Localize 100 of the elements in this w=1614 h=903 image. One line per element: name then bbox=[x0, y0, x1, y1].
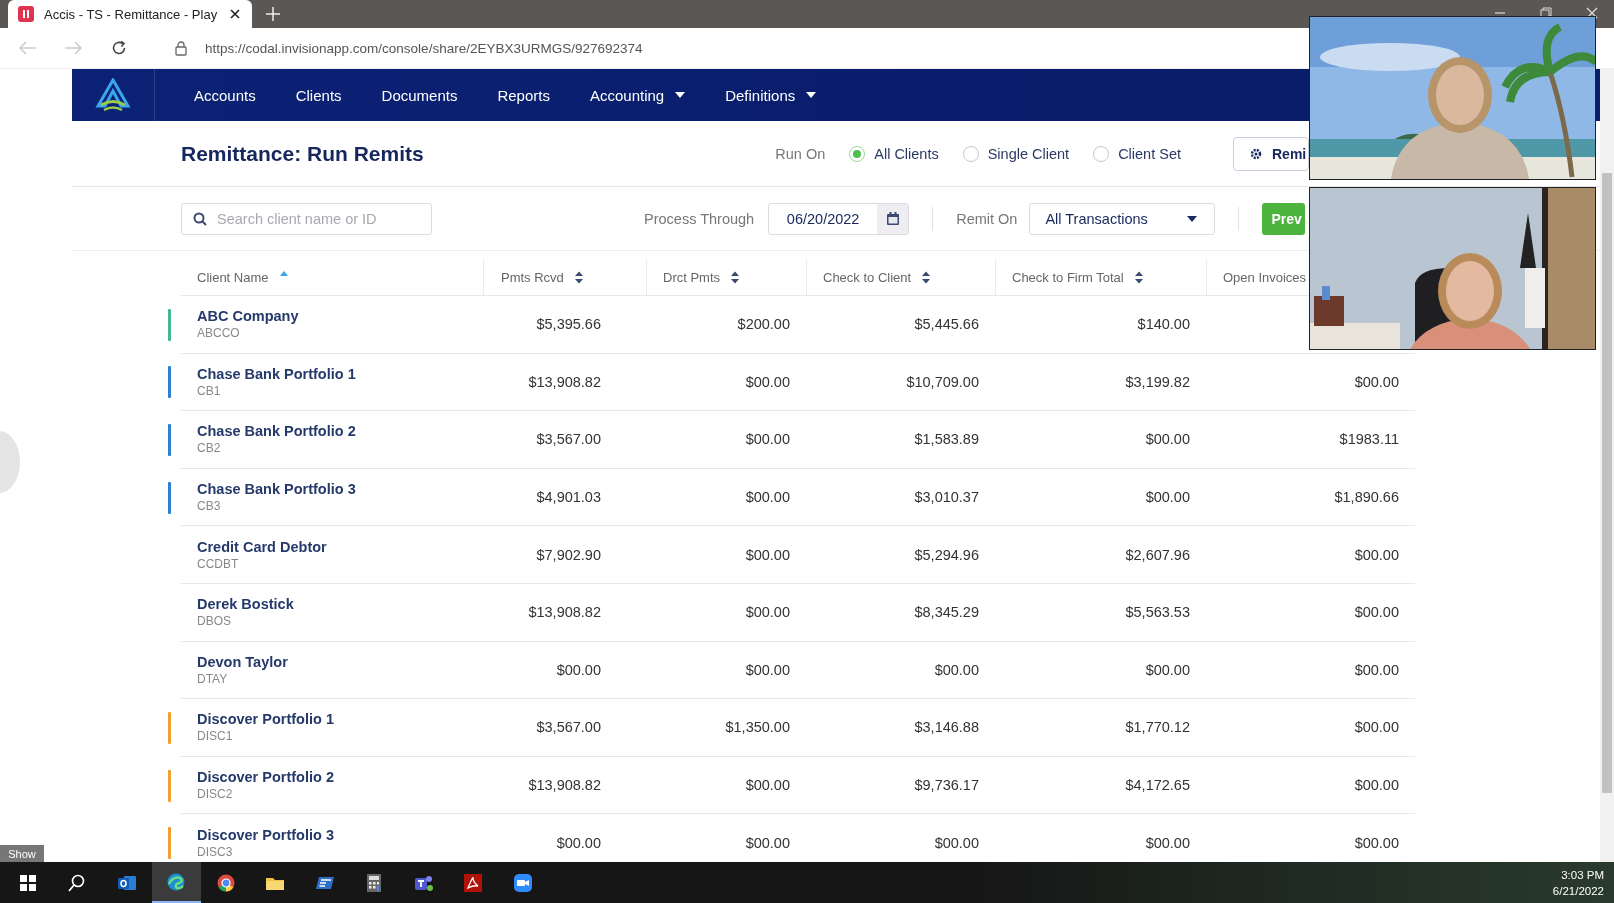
client-name[interactable]: ABC Company bbox=[197, 308, 299, 325]
process-through-label: Process Through bbox=[644, 210, 755, 227]
table-cell: $10,709.00 bbox=[906, 373, 979, 390]
client-name[interactable]: Chase Bank Portfolio 2 bbox=[197, 423, 356, 440]
search-field[interactable]: Search client name or ID bbox=[181, 202, 432, 235]
start-icon bbox=[18, 873, 37, 892]
table-cell: $8,345.29 bbox=[914, 604, 979, 621]
table-cell: $00.00 bbox=[1145, 834, 1190, 851]
table-cell: $3,567.00 bbox=[536, 431, 601, 448]
table-cell: $3,146.88 bbox=[914, 719, 979, 736]
client-code: DISC2 bbox=[197, 787, 233, 802]
sort-icon[interactable] bbox=[573, 270, 584, 284]
video-camera-icon bbox=[513, 873, 532, 892]
logo-icon[interactable] bbox=[95, 78, 131, 112]
ring-icon bbox=[216, 873, 235, 892]
nav-link[interactable]: Clients bbox=[295, 86, 342, 104]
table-cell: $00.00 bbox=[1354, 373, 1399, 390]
table-cell: $7,902.90 bbox=[536, 546, 601, 563]
table-cell: $13,908.82 bbox=[528, 777, 601, 794]
table-cell: $13,908.82 bbox=[528, 604, 601, 621]
nav-link[interactable]: Accounting bbox=[589, 86, 686, 104]
table-cell: $00.00 bbox=[745, 777, 790, 794]
close-icon[interactable] bbox=[230, 9, 240, 19]
table-cell: $13,908.82 bbox=[528, 373, 601, 390]
calendar-icon[interactable] bbox=[886, 212, 899, 225]
gear-icon bbox=[1250, 147, 1262, 160]
table-cell: $00.00 bbox=[1354, 604, 1399, 621]
sort-icon[interactable] bbox=[1133, 270, 1144, 284]
client-name[interactable]: Discover Portfolio 2 bbox=[197, 769, 334, 786]
table-cell: $2,607.96 bbox=[1125, 546, 1190, 563]
table-cell: $00.00 bbox=[934, 834, 979, 851]
client-name[interactable]: Chase Bank Portfolio 1 bbox=[197, 365, 356, 382]
table-cell: $00.00 bbox=[934, 661, 979, 678]
client-name[interactable]: Derek Bostick bbox=[197, 596, 294, 613]
table-cell: $3,199.82 bbox=[1125, 373, 1190, 390]
table-cell: $00.00 bbox=[1145, 661, 1190, 678]
radio-option[interactable]: Client Set bbox=[1093, 145, 1181, 162]
url-text[interactable]: https://codal.invisionapp.com/console/share/2EYBX3URMGS/927692374 bbox=[205, 40, 643, 56]
client-name[interactable]: Credit Card Debtor bbox=[197, 538, 327, 555]
nav-link[interactable]: Definitions bbox=[725, 86, 817, 104]
client-code: DISC1 bbox=[197, 729, 233, 744]
remit-button[interactable]: Remi bbox=[1233, 136, 1309, 171]
remit-on-label: Remit On bbox=[956, 210, 1018, 227]
nav-link[interactable]: Reports bbox=[497, 86, 550, 104]
client-code: DTAY bbox=[197, 671, 228, 686]
column-header[interactable]: Check to Firm Total bbox=[1012, 269, 1124, 285]
table-cell: $5,395.66 bbox=[536, 316, 601, 333]
client-name[interactable]: Chase Bank Portfolio 3 bbox=[197, 481, 356, 498]
show-button[interactable]: Show bbox=[0, 845, 44, 862]
scrollbar[interactable] bbox=[1600, 69, 1614, 862]
sort-icon[interactable] bbox=[730, 270, 741, 284]
column-header[interactable]: Check to Client bbox=[823, 269, 912, 285]
table-cell: $4,172.65 bbox=[1125, 777, 1190, 794]
caret-icon bbox=[675, 92, 686, 98]
client-code: CCDBT bbox=[197, 556, 239, 571]
client-code: CB1 bbox=[197, 383, 221, 398]
table-cell: $00.00 bbox=[745, 373, 790, 390]
scrollbar-thumb[interactable] bbox=[1602, 173, 1612, 793]
column-header[interactable]: Pmts Rcvd bbox=[501, 269, 564, 285]
client-code: ABCCO bbox=[197, 326, 240, 341]
client-code: CB3 bbox=[197, 499, 221, 514]
run-on-label: Run On bbox=[775, 145, 826, 162]
mail-icon bbox=[117, 873, 136, 892]
table-cell: $4,901.03 bbox=[536, 489, 601, 506]
nav-link[interactable]: Documents bbox=[381, 86, 458, 104]
table-cell: $00.00 bbox=[1354, 777, 1399, 794]
transactions-dropdown[interactable]: All Transactions bbox=[1029, 202, 1216, 235]
caret-icon bbox=[806, 92, 817, 98]
column-header[interactable]: Drct Pmts bbox=[663, 269, 721, 285]
caret-icon bbox=[1187, 215, 1198, 222]
client-name[interactable]: Discover Portfolio 1 bbox=[197, 711, 334, 728]
site-icon bbox=[18, 6, 34, 22]
table-cell: $9,736.17 bbox=[914, 777, 979, 794]
calculator-icon bbox=[365, 873, 384, 892]
table-cell: $00.00 bbox=[745, 489, 790, 506]
radio-option[interactable]: All Clients bbox=[849, 145, 939, 162]
sort-up-icon[interactable] bbox=[278, 270, 289, 276]
radio-option[interactable]: Single Client bbox=[962, 145, 1070, 162]
wave-icon bbox=[167, 872, 186, 891]
date-field[interactable]: 06/20/2022 bbox=[768, 202, 910, 235]
taskbar-app[interactable] bbox=[151, 862, 201, 903]
browser-tab[interactable]: Accis - TS - Remittance - Play bbox=[8, 0, 252, 28]
pdf-icon bbox=[464, 873, 483, 892]
plus-icon[interactable] bbox=[266, 7, 280, 21]
search-icon bbox=[68, 873, 87, 892]
sort-icon[interactable] bbox=[921, 270, 932, 284]
table-cell: $5,563.53 bbox=[1125, 604, 1190, 621]
table-cell: $00.00 bbox=[1145, 489, 1190, 506]
column-header[interactable]: Client Name bbox=[197, 269, 269, 285]
table-cell: $1,583.89 bbox=[914, 431, 979, 448]
client-name[interactable]: Devon Taylor bbox=[197, 653, 288, 670]
lock-icon bbox=[175, 40, 187, 56]
page-title: Remittance: Run Remits bbox=[181, 141, 424, 166]
reload-icon[interactable] bbox=[111, 40, 127, 56]
client-name[interactable]: Discover Portfolio 3 bbox=[197, 826, 334, 843]
table-cell: $140.00 bbox=[1137, 316, 1190, 333]
column-header[interactable]: Open Invoices bbox=[1223, 269, 1307, 285]
table-cell: $5,445.66 bbox=[914, 316, 979, 333]
nav-link[interactable]: Accounts bbox=[194, 86, 256, 104]
table-cell: $1983.11 bbox=[1339, 431, 1399, 448]
